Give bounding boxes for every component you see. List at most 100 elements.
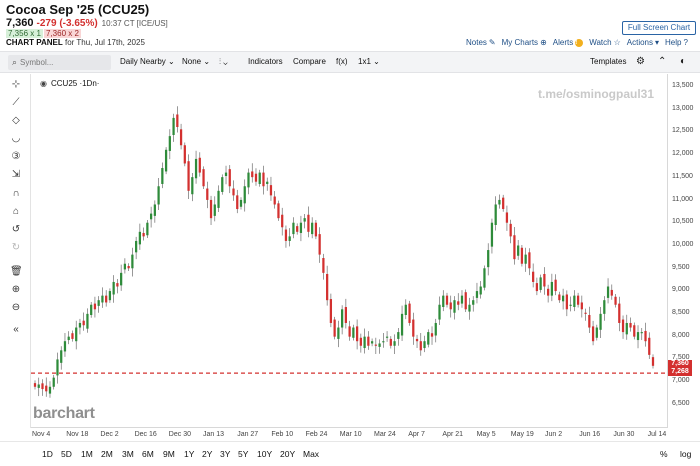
redo-icon[interactable]: ↻ (10, 242, 22, 254)
symbol-search-input[interactable]: ⌕ Symbol... (8, 55, 111, 70)
candle-up (243, 186, 246, 204)
y-tick-label: 11,500 (672, 172, 693, 180)
fullscreen-chart-button[interactable]: Full Screen Chart (622, 21, 696, 35)
candle-down (509, 223, 512, 237)
trash-icon[interactable]: 🗑 (10, 266, 23, 278)
candle-up (131, 254, 134, 269)
zoom-in-icon[interactable]: ⊕ (10, 284, 22, 296)
candle-down (547, 288, 550, 296)
interval-dropdown[interactable]: Daily Nearby ⌄ (120, 57, 175, 66)
dark-mode-icon[interactable]: ◐ (680, 56, 686, 67)
undo-icon[interactable]: ↺ (10, 224, 22, 236)
candle-up (164, 149, 168, 172)
period-3y[interactable]: 3Y (220, 449, 230, 459)
interval-label: Daily Nearby (120, 57, 166, 66)
candle-up (517, 245, 520, 256)
candle-up (63, 341, 67, 352)
period-5y[interactable]: 5Y (238, 449, 248, 459)
candle-up (60, 350, 63, 363)
templates-button[interactable]: Templates (590, 57, 626, 66)
period-1d[interactable]: 1D (42, 449, 53, 459)
candle-up (603, 300, 606, 314)
layout-dropdown[interactable]: 1x1 ⌄ (358, 57, 380, 66)
candle-down (367, 336, 370, 346)
candle-up (78, 322, 82, 328)
question-circle-icon: ? (683, 38, 688, 47)
gear-icon[interactable]: ⚙ (636, 56, 645, 67)
candle-up (303, 218, 306, 222)
crosshair-tool-icon[interactable]: ⊹ (10, 79, 22, 91)
candle-down (419, 341, 422, 351)
period-3m[interactable]: 3M (122, 449, 134, 459)
panel-date: for Thu, Jul 17th, 2025 (64, 38, 145, 47)
period-1m[interactable]: 1M (81, 449, 93, 459)
period-9m[interactable]: 9M (163, 449, 175, 459)
chart-type-dropdown[interactable]: ⫶ ⌄ (219, 57, 228, 67)
zoom-out-icon[interactable]: ⊖ (10, 302, 22, 314)
period-1y[interactable]: 1Y (184, 449, 194, 459)
star-icon: ☆ (613, 38, 621, 47)
shape-tool-icon[interactable]: ◇ (10, 115, 22, 127)
measure-tool-icon[interactable]: ⇲ (10, 169, 22, 181)
candle-up (168, 136, 171, 151)
candle-down (333, 319, 336, 337)
candlestick-chart[interactable] (31, 74, 668, 428)
edit-icon: ✎ (488, 38, 496, 47)
x-tick-label: Jan 13 (203, 431, 225, 438)
candle-down (307, 214, 310, 232)
compare-button[interactable]: Compare (293, 57, 326, 66)
line-tool-icon[interactable]: ⟋ (10, 97, 22, 109)
candle-up (56, 359, 59, 376)
candle-down (202, 169, 205, 187)
help-link[interactable]: Help? (665, 38, 688, 47)
lock-icon[interactable]: ⌂ (10, 206, 22, 218)
period-20y[interactable]: 20Y (280, 449, 295, 459)
quote-time: 10:37 CT [ICE/US] (101, 19, 168, 28)
candle-up (385, 336, 389, 338)
watch-link[interactable]: Watch ☆ (589, 38, 621, 47)
candle-down (33, 383, 37, 387)
collapse-icon[interactable]: ⌃ (658, 56, 666, 67)
y-tick-label: 7,000 (672, 377, 690, 385)
x-tick-label: Jun 16 (579, 431, 601, 438)
x-tick-label: May 19 (510, 431, 534, 438)
candle-up (213, 204, 216, 216)
eye-icon[interactable]: ◉ (40, 79, 47, 88)
candle-down (554, 279, 557, 292)
x-tick-label: Apr 21 (442, 431, 464, 438)
candle-down (314, 222, 318, 237)
bid-badge: 7,356 x 1 (6, 29, 43, 38)
candle-down (273, 196, 276, 205)
period-max[interactable]: Max (303, 449, 319, 459)
candle-up (378, 343, 381, 347)
candle-up (573, 295, 576, 308)
overlay-dropdown[interactable]: None ⌄ (182, 57, 210, 66)
candle-down (228, 169, 231, 187)
candle-down (621, 319, 625, 333)
period-6m[interactable]: 6M (142, 449, 154, 459)
candle-up (352, 327, 355, 338)
candle-up (569, 304, 572, 306)
bar-type-icon: ⫶ (219, 57, 221, 66)
period-5d[interactable]: 5D (61, 449, 72, 459)
alerts-link[interactable]: Alerts! (553, 38, 584, 47)
candle-down (344, 307, 347, 323)
actions-menu[interactable]: Actions ▾ (627, 38, 659, 47)
function-button[interactable]: f(x) (336, 57, 348, 66)
period-10y[interactable]: 10Y (257, 449, 272, 459)
candle-down (254, 173, 258, 182)
candle-up (479, 286, 482, 295)
notes-link[interactable]: Notes ✎ (466, 38, 496, 47)
mycharts-link[interactable]: My Charts ⊕ (502, 38, 547, 47)
candle-down (142, 232, 145, 237)
percent-toggle[interactable]: % (660, 449, 668, 459)
log-toggle[interactable]: log (680, 449, 691, 459)
collapse-rail-icon[interactable]: « (10, 324, 22, 336)
curve-tool-icon[interactable]: ◡ (10, 133, 22, 145)
period-2m[interactable]: 2M (101, 449, 113, 459)
x-tick-label: Feb 24 (305, 431, 328, 438)
period-2y[interactable]: 2Y (202, 449, 212, 459)
fibonacci-tool-icon[interactable]: ③ (10, 151, 22, 163)
indicators-button[interactable]: Indicators (248, 57, 283, 66)
magnet-icon[interactable]: ∩ (10, 188, 22, 200)
